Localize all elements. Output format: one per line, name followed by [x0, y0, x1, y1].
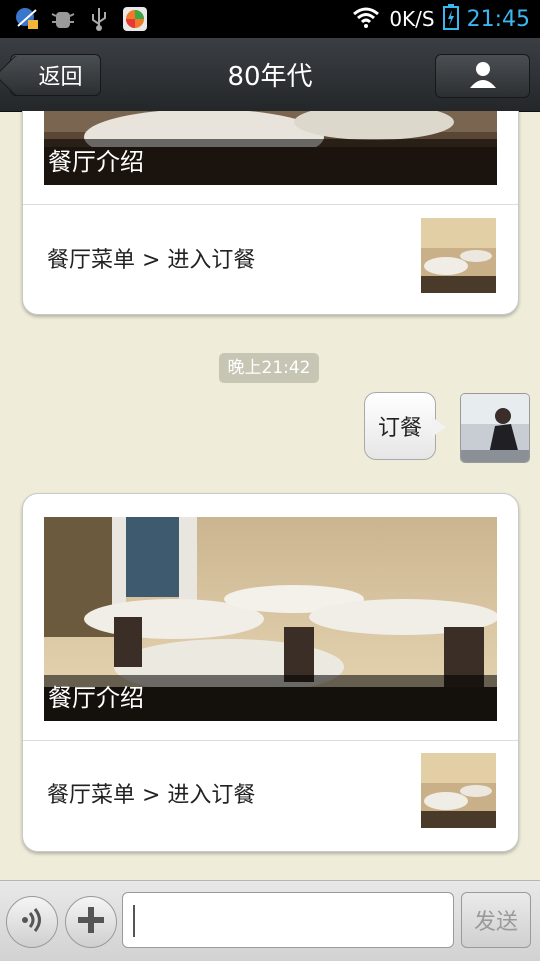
- network-map-icon: [14, 6, 40, 32]
- menu-thumbnail[interactable]: [421, 218, 496, 293]
- title-bar: 返回 80年代: [0, 38, 540, 112]
- voice-button[interactable]: [6, 896, 58, 948]
- browser-app-icon: [122, 6, 148, 32]
- message-input[interactable]: [122, 892, 454, 948]
- menu-link[interactable]: 餐厅菜单 > 进入订餐: [47, 242, 255, 274]
- battery-icon: [442, 4, 459, 34]
- text-caret: [133, 905, 135, 937]
- card-caption: 餐厅介绍: [44, 139, 497, 185]
- sent-message-bubble[interactable]: 订餐: [364, 392, 436, 460]
- send-button[interactable]: 发送: [461, 892, 531, 948]
- restaurant-card: 餐厅介绍 餐厅菜单 > 进入订餐: [22, 493, 519, 852]
- chat-title: 80年代: [227, 62, 313, 92]
- divider: [23, 740, 518, 741]
- menu-link[interactable]: 餐厅菜单 > 进入订餐: [47, 777, 255, 809]
- divider: [23, 204, 518, 205]
- debug-bug-icon: [50, 6, 76, 32]
- profile-button[interactable]: [435, 54, 530, 98]
- status-bar: 0K/S 21:45: [0, 0, 540, 38]
- wifi-icon: [351, 5, 381, 33]
- restaurant-card: 餐厅介绍 餐厅菜单 > 进入订餐: [22, 111, 519, 315]
- user-avatar[interactable]: [460, 393, 530, 463]
- voice-icon: [17, 905, 47, 939]
- clock: 21:45: [466, 6, 530, 32]
- restaurant-intro-image[interactable]: 餐厅介绍: [44, 111, 497, 185]
- timestamp-badge: 晚上21:42: [219, 353, 319, 383]
- chat-area[interactable]: 餐厅介绍 餐厅菜单 > 进入订餐 晚上21:42 订餐 餐厅介绍 餐厅菜单 > …: [0, 111, 540, 880]
- usb-icon: [86, 6, 112, 32]
- restaurant-intro-image[interactable]: 餐厅介绍: [44, 517, 497, 721]
- bubble-tail: [432, 417, 446, 437]
- plus-icon: [76, 905, 106, 939]
- back-button[interactable]: 返回: [10, 54, 101, 96]
- net-speed: 0K/S: [389, 7, 435, 31]
- add-attachment-button[interactable]: [65, 896, 117, 948]
- person-icon: [468, 60, 498, 92]
- menu-thumbnail[interactable]: [421, 753, 496, 828]
- input-bar: 发送: [0, 880, 540, 961]
- back-button-label: 返回: [38, 65, 83, 90]
- card-caption: 餐厅介绍: [44, 675, 497, 721]
